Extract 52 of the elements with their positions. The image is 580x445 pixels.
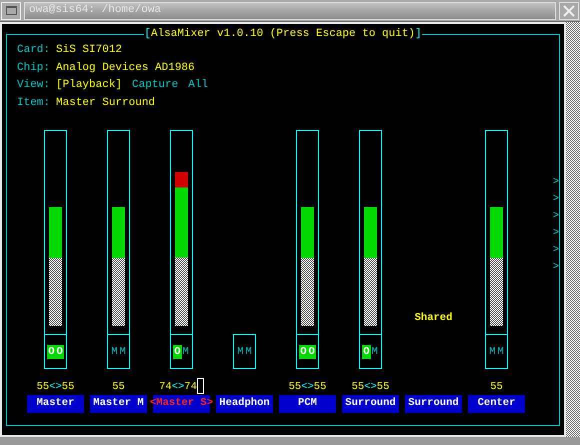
window-menu-icon[interactable]	[1, 2, 21, 20]
volume-value: 74<>74	[159, 380, 197, 394]
mute-switch[interactable]: O M	[359, 334, 382, 369]
channel-label[interactable]: Headphon	[216, 395, 273, 413]
info-label: Item:	[17, 96, 50, 110]
view-option[interactable]: All	[188, 77, 208, 94]
mute-switch[interactable]: M M	[107, 334, 130, 369]
volume-value: 55<>55	[288, 380, 326, 394]
info-value: Analog Devices AD1986	[56, 60, 195, 76]
mute-indicator: M	[496, 344, 505, 358]
info-value: Master Surround	[56, 96, 156, 110]
volume-value: 55<>55	[352, 380, 390, 394]
channel-label[interactable]: Surround	[342, 395, 399, 413]
mute-indicator: O	[299, 344, 308, 358]
window-title: owa@sis64: /home/owa	[29, 3, 162, 18]
channel-label[interactable]: Master	[27, 395, 84, 413]
mute-switch[interactable]: M M	[485, 334, 508, 369]
mute-indicator: M	[118, 344, 127, 358]
mute-indicator: M	[488, 344, 496, 358]
mute-switch[interactable]: O M	[170, 334, 193, 369]
info-label: View:	[17, 78, 50, 93]
more-indicator: >	[552, 175, 559, 190]
info-label: Chip:	[17, 60, 50, 76]
mute-indicator: M	[236, 344, 244, 358]
mute-switch[interactable]: M M	[233, 334, 256, 369]
mixer-title: [AlsaMixer v1.0.10 (Press Escape to quit)]	[144, 27, 422, 42]
channel-label[interactable]: Center	[468, 395, 525, 413]
more-indicator: >	[552, 192, 559, 207]
mute-indicator: M	[244, 344, 253, 358]
more-indicator: >	[552, 209, 559, 224]
mute-indicator: M	[110, 344, 118, 358]
more-indicator: >	[552, 243, 559, 258]
channel-label[interactable]: Master M	[90, 395, 147, 413]
channel-label[interactable]: PCM	[279, 395, 336, 413]
text-cursor	[196, 378, 204, 394]
view-option[interactable]: [Playback]	[56, 77, 122, 94]
more-indicator: >	[552, 260, 559, 275]
volume-value: 55	[112, 380, 125, 394]
volume-value: 55	[490, 380, 503, 394]
volume-value: 55<>55	[36, 380, 74, 394]
more-indicator: >	[552, 226, 559, 241]
info-value: SiS SI7012	[56, 43, 122, 58]
channel-label[interactable]: Surround	[405, 395, 462, 413]
shared-note: Shared	[414, 311, 452, 326]
mute-indicator: O	[47, 344, 56, 358]
view-option[interactable]: Capture	[132, 77, 178, 94]
scrollbar[interactable]	[566, 22, 580, 437]
mute-indicator: M	[182, 344, 190, 358]
mute-indicator: O	[173, 344, 182, 358]
mute-indicator: M	[370, 344, 379, 358]
mute-indicator: O	[362, 344, 370, 358]
info-label: Card:	[17, 43, 50, 58]
